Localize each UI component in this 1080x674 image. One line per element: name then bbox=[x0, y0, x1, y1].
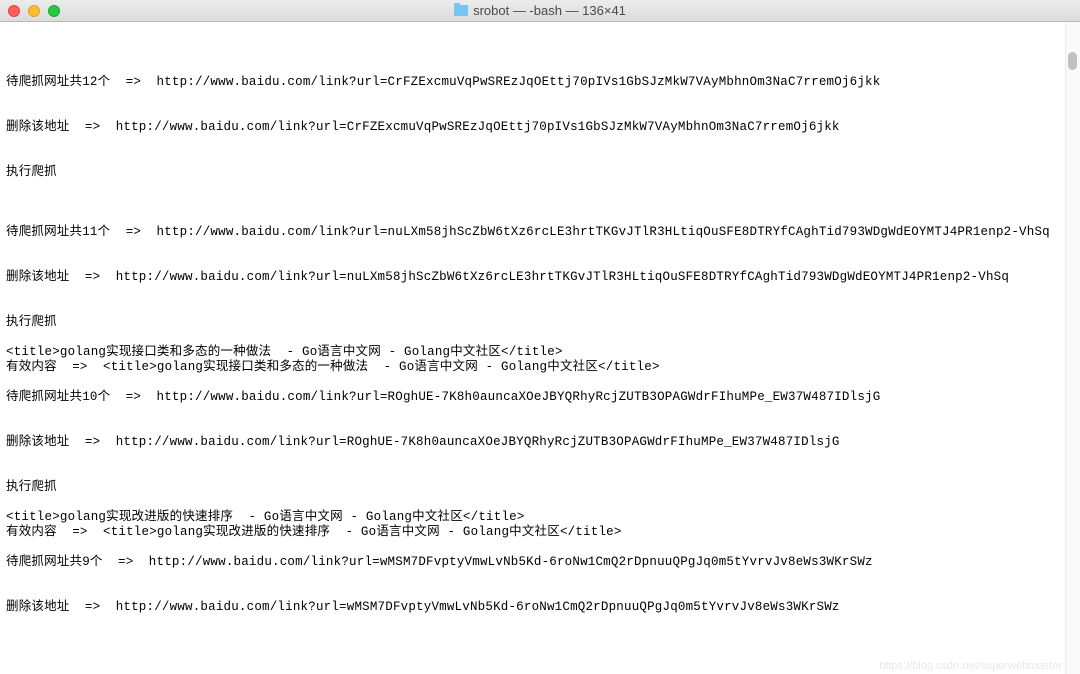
window-title-text: srobot — -bash — 136×41 bbox=[473, 3, 626, 18]
watermark-text: https://blog.csdn.net/superwebmaster bbox=[879, 660, 1062, 672]
folder-icon bbox=[454, 5, 468, 16]
minimize-button[interactable] bbox=[28, 5, 40, 17]
window-title: srobot — -bash — 136×41 bbox=[454, 3, 626, 18]
terminal-body[interactable]: 待爬抓网址共12个 => http://www.baidu.com/link?u… bbox=[0, 22, 1080, 674]
window-titlebar: srobot — -bash — 136×41 bbox=[0, 0, 1080, 22]
scrollbar-track[interactable] bbox=[1065, 22, 1080, 674]
terminal-output: 待爬抓网址共12个 => http://www.baidu.com/link?u… bbox=[0, 22, 1080, 638]
close-button[interactable] bbox=[8, 5, 20, 17]
maximize-button[interactable] bbox=[48, 5, 60, 17]
scrollbar-thumb[interactable] bbox=[1068, 52, 1077, 70]
traffic-lights bbox=[0, 5, 60, 17]
